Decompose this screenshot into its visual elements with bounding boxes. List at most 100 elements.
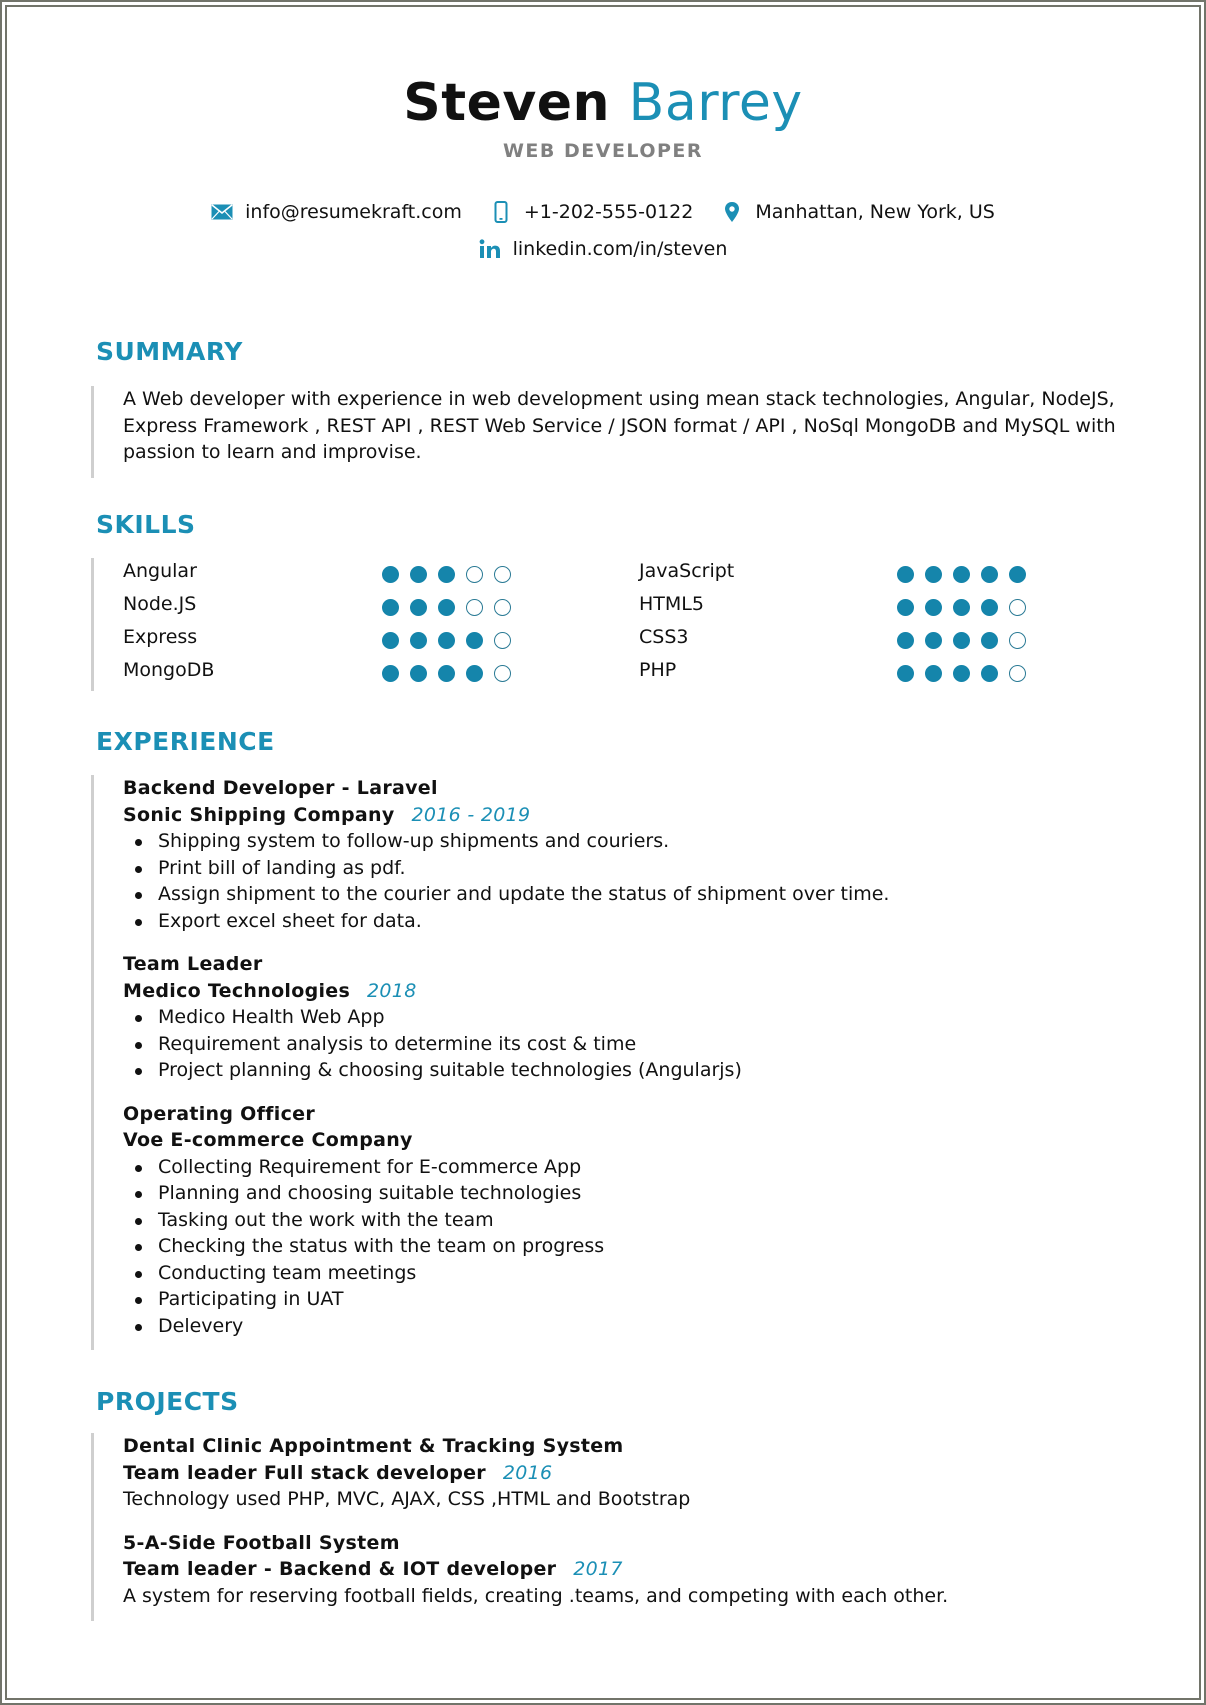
project-name: 5-A-Side Football System xyxy=(123,1531,400,1554)
job-entry: Backend Developer - Laravel Sonic Shippi… xyxy=(123,775,889,934)
rating-dot-empty xyxy=(494,632,511,649)
linkedin-text: linkedin.com/in/steven xyxy=(512,238,728,260)
contact-row: info@resumekraft.com +1-202-555-0122 Man… xyxy=(0,201,1206,223)
job-title: Backend Developer - Laravel xyxy=(123,777,438,799)
rating-dot-filled xyxy=(382,566,399,583)
rating-dot-filled xyxy=(925,566,942,583)
skill-rating xyxy=(382,632,522,649)
job-title: Team Leader xyxy=(123,953,263,975)
rating-dot-empty xyxy=(494,599,511,616)
job-company-line: Medico Technologies 2018 xyxy=(123,978,889,1005)
summary-text: A Web developer with experience in web d… xyxy=(123,388,1116,463)
rating-dot-filled xyxy=(410,665,427,682)
project-role-line: Team leader Full stack developer 2016 xyxy=(123,1460,948,1487)
contact-location: Manhattan, New York, US xyxy=(721,201,995,223)
rating-dot-empty xyxy=(1009,632,1026,649)
job-company-line: Sonic Shipping Company 2016 - 2019 xyxy=(123,802,889,829)
project-date: 2017 xyxy=(573,1558,623,1580)
skill-rating xyxy=(897,632,1037,649)
rating-dot-filled xyxy=(981,632,998,649)
project-role: Team leader - Backend & IOT developer xyxy=(123,1558,557,1580)
project-entry: Dental Clinic Appointment & Tracking Sys… xyxy=(123,1433,948,1513)
rating-dot-filled xyxy=(466,665,483,682)
bullet-item: Shipping system to follow-up shipments a… xyxy=(123,828,889,855)
location-text: Manhattan, New York, US xyxy=(755,201,995,223)
rating-dot-filled xyxy=(981,566,998,583)
company-name: Voe E-commerce Company xyxy=(123,1129,413,1151)
projects-heading: PROJECTS xyxy=(96,1387,239,1416)
skill-name: CSS3 xyxy=(639,626,689,648)
rating-dot-filled xyxy=(953,665,970,682)
rating-dot-filled xyxy=(925,665,942,682)
job-date: 2016 - 2019 xyxy=(411,803,531,826)
rating-dot-filled xyxy=(953,566,970,583)
rating-dot-filled xyxy=(953,599,970,616)
rating-dot-filled xyxy=(438,632,455,649)
rating-dot-filled xyxy=(897,665,914,682)
project-role: Team leader Full stack developer xyxy=(123,1461,486,1484)
map-pin-icon xyxy=(721,201,743,223)
rating-dot-filled xyxy=(925,632,942,649)
rating-dot-filled xyxy=(410,566,427,583)
job-company-line: Voe E-commerce Company xyxy=(123,1127,889,1154)
rating-dot-filled xyxy=(410,632,427,649)
bullet-item: Tasking out the work with the team xyxy=(123,1207,889,1234)
bullet-item: Conducting team meetings xyxy=(123,1260,889,1287)
candidate-name: Steven Barrey xyxy=(0,68,1206,138)
bullet-item: Requirement analysis to determine its co… xyxy=(123,1031,889,1058)
email-text: info@resumekraft.com xyxy=(245,201,462,223)
envelope-icon xyxy=(211,201,233,223)
rating-dot-filled xyxy=(897,632,914,649)
bullet-item: Export excel sheet for data. xyxy=(123,908,889,935)
bullet-item: Print bill of landing as pdf. xyxy=(123,855,889,882)
rating-dot-filled xyxy=(438,566,455,583)
skill-name: MongoDB xyxy=(123,659,215,681)
project-date: 2016 xyxy=(502,1461,553,1484)
project-description: Technology used PHP, MVC, AJAX, CSS ,HTM… xyxy=(123,1488,691,1510)
rating-dot-filled xyxy=(382,599,399,616)
skill-name: Node.JS xyxy=(123,593,197,615)
contact-row-linkedin: linkedin.com/in/steven xyxy=(0,238,1206,260)
job-role: WEB DEVELOPER xyxy=(502,140,704,162)
skill-name: HTML5 xyxy=(639,593,704,615)
summary-heading: SUMMARY xyxy=(96,337,243,366)
job-date: 2018 xyxy=(367,979,417,1002)
rating-dot-filled xyxy=(953,632,970,649)
skill-rating xyxy=(382,599,522,616)
project-role-line: Team leader - Backend & IOT developer 20… xyxy=(123,1556,948,1583)
rating-dot-empty xyxy=(1009,599,1026,616)
rating-dot-filled xyxy=(410,599,427,616)
job-bullets: Collecting Requirement for E-commerce Ap… xyxy=(123,1154,889,1340)
projects-block: Dental Clinic Appointment & Tracking Sys… xyxy=(91,1433,948,1621)
skill-rating xyxy=(382,665,522,682)
rating-dot-empty xyxy=(466,566,483,583)
experience-heading: EXPERIENCE xyxy=(96,727,275,756)
company-name: Sonic Shipping Company xyxy=(123,803,395,826)
rating-dot-filled xyxy=(382,632,399,649)
job-entry: Operating Officer Voe E-commerce Company… xyxy=(123,1101,889,1340)
rating-dot-empty xyxy=(1009,665,1026,682)
rating-dot-filled xyxy=(897,566,914,583)
project-entry: 5-A-Side Football System Team leader - B… xyxy=(123,1530,948,1610)
rating-dot-filled xyxy=(925,599,942,616)
job-bullets: Shipping system to follow-up shipments a… xyxy=(123,828,889,934)
rating-dot-empty xyxy=(466,599,483,616)
skills-grid: Angular Node.JS Express MongoDB JavaScri… xyxy=(91,558,1051,691)
rating-dot-filled xyxy=(981,665,998,682)
skill-name: PHP xyxy=(639,659,677,681)
bullet-item: Planning and choosing suitable technolog… xyxy=(123,1180,889,1207)
skill-name: Express xyxy=(123,626,198,648)
skill-rating xyxy=(897,665,1037,682)
first-name: Steven xyxy=(403,73,611,133)
job-entry: Team Leader Medico Technologies 2018 Med… xyxy=(123,951,889,1084)
rating-dot-filled xyxy=(438,599,455,616)
bullet-item: Assign shipment to the courier and updat… xyxy=(123,881,889,908)
project-description: A system for reserving football fields, … xyxy=(123,1584,949,1607)
contact-email[interactable]: info@resumekraft.com xyxy=(211,201,462,223)
rating-dot-filled xyxy=(438,665,455,682)
bullet-item: Checking the status with the team on pro… xyxy=(123,1233,889,1260)
company-name: Medico Technologies xyxy=(123,979,351,1002)
contact-phone[interactable]: +1-202-555-0122 xyxy=(490,201,693,223)
rating-dot-empty xyxy=(494,665,511,682)
contact-linkedin[interactable]: linkedin.com/in/steven xyxy=(479,238,728,260)
